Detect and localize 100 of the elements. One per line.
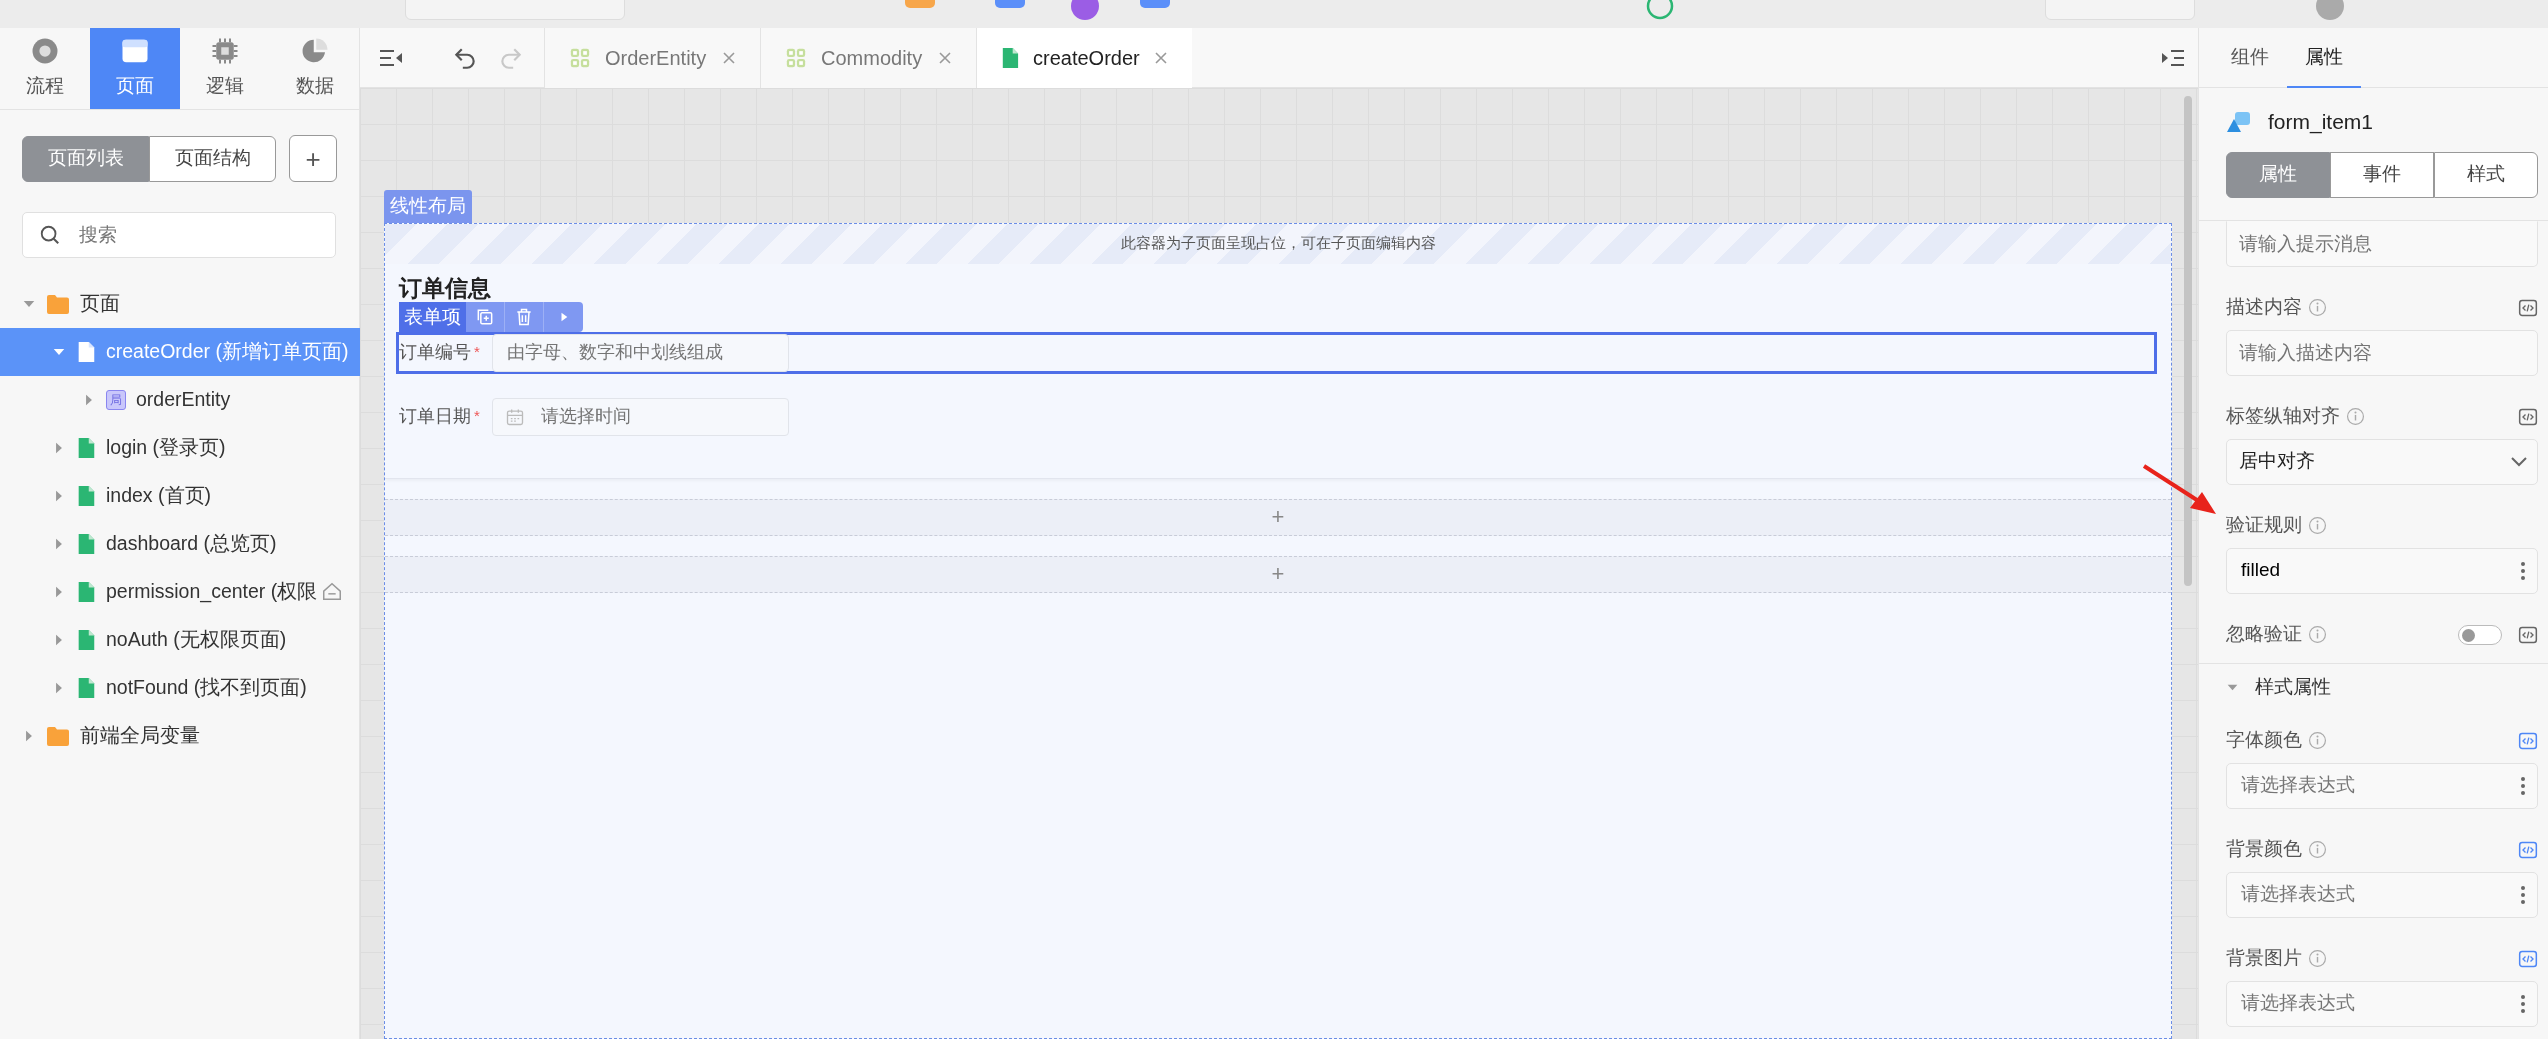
mode-tab[interactable]: 逻辑 xyxy=(180,28,270,109)
tree-label: orderEntity xyxy=(136,387,231,413)
tab-label: OrderEntity xyxy=(605,46,707,71)
panel-tab[interactable]: 组件 xyxy=(2213,28,2287,88)
property-label: 验证规则 xyxy=(2226,513,2302,538)
search-icon xyxy=(39,224,61,246)
editor-tab[interactable]: OrderEntity xyxy=(544,28,760,88)
code-icon[interactable] xyxy=(2518,624,2538,645)
tree-label: 页面 xyxy=(80,291,120,317)
expression-field[interactable]: 请选择表达式 xyxy=(2239,988,2519,1019)
info-icon[interactable] xyxy=(2308,949,2327,968)
info-icon[interactable] xyxy=(2308,731,2327,750)
more-icon[interactable] xyxy=(2519,559,2527,582)
code-icon[interactable] xyxy=(2518,948,2538,969)
folder-icon xyxy=(46,293,70,315)
document-icon xyxy=(76,485,96,507)
tree-item[interactable]: dashboard (总览页) xyxy=(0,520,360,568)
close-icon[interactable] xyxy=(938,51,952,65)
tree-item[interactable]: 局 orderEntity xyxy=(0,376,360,424)
property-label: 背景图片 xyxy=(2226,946,2302,971)
input-field[interactable]: 请输入描述内容 xyxy=(2226,329,2538,376)
editor-tab[interactable]: Commodity xyxy=(760,28,976,88)
scrollbar-thumb[interactable] xyxy=(2184,96,2192,586)
tree-item[interactable]: 页面 xyxy=(0,280,360,328)
info-icon[interactable] xyxy=(2346,407,2365,426)
tree-item[interactable]: index (首页) xyxy=(0,472,360,520)
mode-tab[interactable]: 流程 xyxy=(0,28,90,109)
property-label: 忽略验证 xyxy=(2226,622,2302,647)
trash-icon[interactable] xyxy=(505,301,544,332)
field-box[interactable]: 请选择时间 xyxy=(491,397,789,436)
segment-tab[interactable]: 页面结构 xyxy=(149,135,276,182)
field-box[interactable]: 请选择表达式 xyxy=(2226,871,2538,918)
more-icon[interactable] xyxy=(2519,992,2527,1015)
search-box[interactable]: 搜索 xyxy=(22,212,336,258)
document-icon xyxy=(76,677,96,699)
tree-label: noAuth (无权限页面) xyxy=(106,627,287,653)
panel-tab[interactable]: 属性 xyxy=(2287,28,2361,88)
input-field[interactable]: 请输入提示消息 xyxy=(2226,220,2538,267)
close-icon[interactable] xyxy=(722,51,736,65)
property-label: 字体颜色 xyxy=(2226,728,2302,753)
layout-tag: 线性布局 xyxy=(384,190,472,223)
required-mark: * xyxy=(474,342,480,363)
rule-field[interactable]: filled xyxy=(2239,555,2519,586)
info-icon[interactable] xyxy=(2308,516,2327,535)
tree-item[interactable]: permission_center (权限 xyxy=(0,568,360,616)
tree-item[interactable]: noAuth (无权限页面) xyxy=(0,616,360,664)
section-title: 样式属性 xyxy=(2255,675,2331,700)
segment-tab[interactable]: 事件 xyxy=(2330,151,2434,198)
info-icon[interactable] xyxy=(2308,840,2327,859)
code-icon[interactable] xyxy=(2518,839,2538,860)
chip-icon xyxy=(210,36,240,67)
field-label: 订单日期 xyxy=(399,405,471,428)
placeholder-banner: 此容器为子页面呈现占位，可在子页面编辑内容 xyxy=(385,223,2171,264)
field-box[interactable]: 请选择表达式 xyxy=(2226,980,2538,1027)
play-icon[interactable] xyxy=(544,301,583,332)
tree-item[interactable]: 前端全局变量 xyxy=(0,712,360,760)
code-icon[interactable] xyxy=(2518,406,2538,427)
search-field[interactable]: 搜索 xyxy=(77,219,307,251)
grid-icon xyxy=(785,47,807,69)
copy-icon[interactable] xyxy=(466,301,505,332)
shapes-icon xyxy=(2226,109,2252,134)
editor-tab[interactable]: createOrder xyxy=(976,28,1192,88)
expression-field[interactable]: 请选择表达式 xyxy=(2239,879,2519,910)
add-button[interactable]: + xyxy=(289,135,337,182)
tree-label: index (首页) xyxy=(106,483,212,509)
document-icon xyxy=(76,437,96,459)
mode-tab[interactable]: 数据 xyxy=(270,28,360,109)
dropdown[interactable]: 居中对齐 xyxy=(2226,438,2538,485)
input-field[interactable]: 由字母、数字和中划线组成 xyxy=(504,338,765,367)
info-icon[interactable] xyxy=(2308,625,2327,644)
property-label: 背景颜色 xyxy=(2226,837,2302,862)
expression-field[interactable]: 请选择表达式 xyxy=(2239,770,2519,801)
component-name: form_item1 xyxy=(2268,109,2374,136)
more-icon[interactable] xyxy=(2519,883,2527,906)
info-icon[interactable] xyxy=(2308,298,2327,317)
tree-item[interactable]: notFound (找不到页面) xyxy=(0,664,360,712)
segment-tab[interactable]: 样式 xyxy=(2434,151,2538,198)
toggle-switch[interactable] xyxy=(2458,624,2502,645)
tab-label: Commodity xyxy=(821,46,923,71)
tree-label: notFound (找不到页面) xyxy=(106,675,307,701)
code-icon[interactable] xyxy=(2518,297,2538,318)
close-icon[interactable] xyxy=(1154,51,1168,65)
form-item[interactable]: 订单日期 * 请选择时间 xyxy=(396,395,2157,438)
tree-label: createOrder (新增订单页面) xyxy=(106,339,349,365)
field-box[interactable]: filled xyxy=(2226,547,2538,594)
date-field[interactable]: 请选择时间 xyxy=(538,402,788,431)
property-label: 描述内容 xyxy=(2226,295,2302,320)
document-icon xyxy=(76,533,96,555)
field-label: 订单编号 xyxy=(399,341,471,364)
document-icon xyxy=(76,629,96,651)
field-box[interactable]: 请选择表达式 xyxy=(2226,762,2538,809)
tree-item[interactable]: login (登录页) xyxy=(0,424,360,472)
form-item[interactable]: 订单编号 * 由字母、数字和中划线组成 xyxy=(396,331,2157,374)
tree-label: dashboard (总览页) xyxy=(106,531,277,557)
field-box[interactable]: 由字母、数字和中划线组成 xyxy=(491,333,789,372)
code-icon[interactable] xyxy=(2518,730,2538,751)
document-icon xyxy=(76,341,96,363)
more-icon[interactable] xyxy=(2519,774,2527,797)
tab-label: createOrder xyxy=(1033,46,1140,71)
form-title: 订单信息 xyxy=(399,273,491,302)
